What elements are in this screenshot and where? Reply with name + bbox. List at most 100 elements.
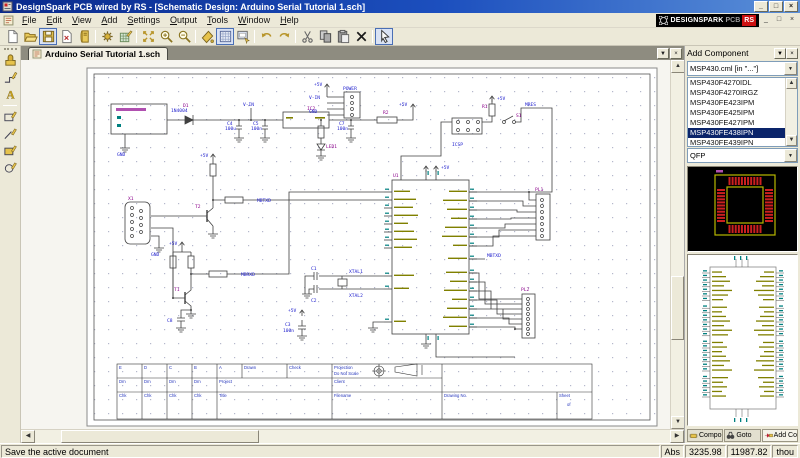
svg-text:XTAL1: XTAL1 [349,269,363,275]
add-line-icon [3,126,18,141]
scroll-left-button[interactable]: ◀ [21,430,35,443]
schematic-canvas[interactable]: V-IND11N4004C4100uC5100nIC2C7100nR2+5VGN… [21,60,670,429]
library-combo-value: MSP430.cml [in "..."] [690,64,758,73]
component-list-item[interactable]: MSP430FE439IPN [688,138,785,146]
delete-button[interactable] [352,28,370,45]
menu-tools[interactable]: Tools [202,14,233,26]
vertical-scroll-track[interactable] [671,73,684,416]
list-scroll-down-button[interactable]: ▼ [786,135,797,146]
add-rectangle-button[interactable] [1,108,19,125]
view-all-button[interactable] [139,28,157,45]
add-wire-button[interactable] [1,69,19,86]
panel-menu-button[interactable]: ▼ [774,48,786,59]
settings-gear-button[interactable] [98,28,116,45]
cut-button[interactable] [298,28,316,45]
select-cursor-button[interactable] [375,28,393,45]
new-document-icon [5,29,20,44]
save-icon [41,29,56,44]
menu-edit[interactable]: Edit [42,14,68,26]
document-tab[interactable]: Arduino Serial Tutorial 1.sch [28,47,168,60]
library-combo[interactable]: MSP430.cml [in "..."] ▼ [687,61,798,76]
scroll-down-button[interactable]: ▼ [671,416,685,429]
svg-text:Drawing No.: Drawing No. [444,393,467,398]
pane-close-button[interactable]: × [670,48,682,59]
settings-gear-icon [100,29,115,44]
add-component-tab-icon [764,431,773,440]
svg-text:100n: 100n [337,126,348,132]
horizontal-scroll-thumb[interactable] [61,430,259,443]
paste-button[interactable] [334,28,352,45]
package-combo[interactable]: QFP ▼ [687,148,798,163]
menu-window[interactable]: Window [233,14,275,26]
toggle-grid-button[interactable] [216,28,234,45]
zoom-in-button[interactable] [157,28,175,45]
maximize-button[interactable]: □ [769,1,783,12]
panel-tab-compo[interactable]: Compo... [687,429,723,442]
menu-view[interactable]: View [67,14,96,26]
panel-tab-goto[interactable]: Goto [724,429,760,442]
grid-settings-button[interactable] [116,28,134,45]
component-list-item[interactable]: MSP430F4270IRGZ [688,88,785,98]
component-list-item[interactable]: MSP430F4270IDL [688,78,785,88]
add-filled-rectangle-button[interactable] [1,142,19,159]
document-restore-button[interactable]: □ [773,15,785,26]
toolbar-separator [3,105,17,106]
menu-help[interactable]: Help [275,14,304,26]
copy-button[interactable] [316,28,334,45]
redo-button[interactable] [275,28,293,45]
zoom-out-button[interactable] [175,28,193,45]
add-text-button[interactable]: A [1,86,19,103]
pane-menu-button[interactable]: ▼ [657,48,669,59]
undo-button[interactable] [257,28,275,45]
save-button[interactable] [39,28,57,45]
list-scroll-up-button[interactable]: ▲ [786,78,797,89]
component-list-item[interactable]: MSP430FE438IPN [688,128,785,138]
close-button[interactable] [57,28,75,45]
svg-text:GND: GND [151,252,160,258]
component-list-item[interactable]: MSP430FE427IPM [688,118,785,128]
menu-output[interactable]: Output [165,14,202,26]
scroll-right-button[interactable]: ▶ [670,430,684,443]
toggle-grid-icon [218,29,233,44]
svg-text:MRES: MRES [525,102,536,108]
svg-text:R1: R1 [482,104,488,110]
frame-view-icon [236,29,251,44]
svg-text:C3: C3 [285,322,291,328]
add-wire-icon [3,70,18,85]
svg-text:Client: Client [334,379,346,384]
svg-text:Drn: Drn [169,379,176,384]
svg-text:Chk: Chk [119,393,127,398]
package-combo-dropdown-icon[interactable]: ▼ [784,149,797,162]
add-line-button[interactable] [1,125,19,142]
libraries-button[interactable] [75,28,93,45]
redraw-button[interactable] [198,28,216,45]
component-list-item[interactable]: MSP430FE425IPM [688,108,785,118]
add-circle-icon [3,160,18,175]
menu-add[interactable]: Add [96,14,122,26]
toolbar-separator [372,30,373,43]
add-component-button[interactable] [1,52,19,69]
minimize-button[interactable]: _ [754,1,768,12]
frame-view-button[interactable] [234,28,252,45]
document-minimize-button[interactable]: _ [760,15,772,26]
svg-text:Projection: Projection [334,365,353,370]
open-button[interactable] [21,28,39,45]
toolbar-grip[interactable] [4,48,17,50]
document-close-button[interactable]: × [786,15,798,26]
vertical-scroll-thumb[interactable] [671,276,684,340]
menu-file[interactable]: File [17,14,42,26]
menu-settings[interactable]: Settings [122,14,165,26]
svg-text:+5V: +5V [441,165,450,171]
component-list-item[interactable]: MSP430FE423IPM [688,98,785,108]
svg-text:+5V: +5V [169,241,178,247]
close-button[interactable]: × [784,1,798,12]
symbol-preview [687,254,798,426]
panel-close-button[interactable]: × [786,48,798,59]
horizontal-scroll-track[interactable] [35,430,670,443]
svg-text:T1: T1 [174,287,180,293]
scroll-up-button[interactable]: ▲ [671,60,685,73]
add-circle-button[interactable] [1,159,19,176]
library-combo-dropdown-icon[interactable]: ▼ [784,62,797,75]
panel-tab-addco[interactable]: Add Co... [762,429,798,442]
new-document-button[interactable] [3,28,21,45]
